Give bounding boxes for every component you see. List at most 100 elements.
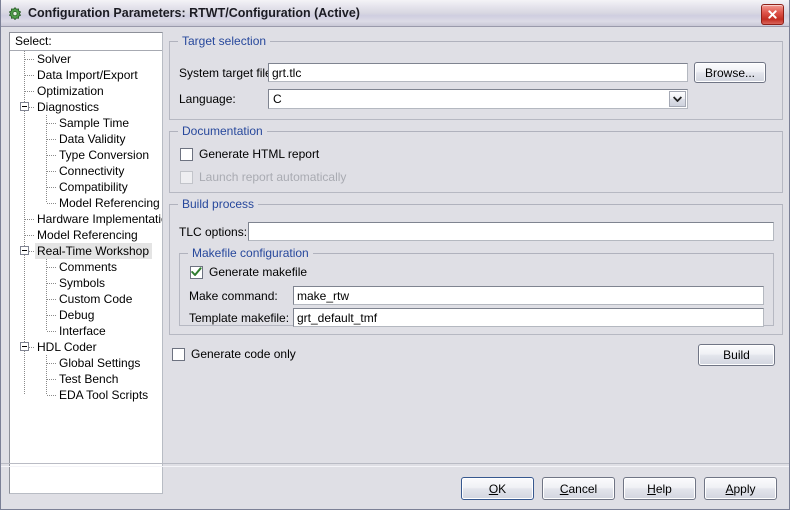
generate-makefile-checkbox[interactable] <box>190 265 203 279</box>
system-target-file-label: System target file: <box>179 65 276 80</box>
sidebar-item-symbols[interactable]: Symbols <box>10 275 162 291</box>
sidebar-item-label: Symbols <box>59 276 106 290</box>
sidebar-item-label: Solver <box>37 52 72 66</box>
browse-button-label: Browse... <box>704 65 755 80</box>
browse-button[interactable]: Browse... <box>694 62 766 83</box>
sidebar-item-optimization[interactable]: Optimization <box>10 83 162 99</box>
sidebar-item-label: Hardware Implementation <box>37 212 162 226</box>
generate-html-report-row[interactable]: Generate HTML report <box>180 147 319 161</box>
row-tlc-options: TLC options: <box>179 222 774 241</box>
chevron-down-icon[interactable] <box>669 91 686 107</box>
group-build-process: Build process TLC options: Makefile conf… <box>169 197 783 335</box>
sidebar-item-label: Sample Time <box>59 116 130 130</box>
generate-makefile-label: Generate makefile <box>209 265 308 279</box>
tree-connector <box>47 331 56 332</box>
sidebar-item-model-referencing[interactable]: Model Referencing <box>10 227 162 243</box>
help-button[interactable]: Help <box>623 477 696 500</box>
tree-connector <box>47 139 56 140</box>
cancel-button[interactable]: Cancel <box>542 477 615 500</box>
sidebar-item-label: Data Import/Export <box>37 68 138 82</box>
apply-button[interactable]: Apply <box>704 477 777 500</box>
sidebar-item-label: Real-Time Workshop <box>35 243 153 259</box>
sidebar-item-custom-code[interactable]: Custom Code <box>10 291 162 307</box>
generate-html-report-label: Generate HTML report <box>199 147 320 161</box>
checkmark-icon <box>191 267 202 276</box>
footer-separator <box>1 463 789 467</box>
sidebar-item-label: Diagnostics <box>37 100 100 114</box>
row-language: Language: C <box>179 89 774 109</box>
tree-expander-minus-icon[interactable] <box>20 102 29 111</box>
help-button-label: Help <box>647 481 672 496</box>
template-makefile-input[interactable] <box>293 308 764 327</box>
make-command-label: Make command: <box>189 288 278 303</box>
sidebar-item-diagnostics[interactable]: Diagnostics <box>10 99 162 115</box>
group-title-makefile-configuration: Makefile configuration <box>188 246 313 260</box>
sidebar-item-model-referencing[interactable]: Model Referencing <box>10 195 162 211</box>
sidebar-item-label: Interface <box>59 324 106 338</box>
language-label: Language: <box>179 92 236 106</box>
tree-connector <box>47 123 56 124</box>
sidebar-item-solver[interactable]: Solver <box>10 51 162 67</box>
tree-connector <box>47 155 56 156</box>
sidebar-item-debug[interactable]: Debug <box>10 307 162 323</box>
sidebar-item-sample-time[interactable]: Sample Time <box>10 115 162 131</box>
generate-html-report-checkbox[interactable] <box>180 147 193 161</box>
close-button[interactable] <box>761 4 784 25</box>
tree-connector <box>47 299 56 300</box>
sidebar-item-data-import-export[interactable]: Data Import/Export <box>10 67 162 83</box>
sidebar-item-global-settings[interactable]: Global Settings <box>10 355 162 371</box>
ok-button[interactable]: OK <box>461 477 534 500</box>
configuration-parameters-window: Configuration Parameters: RTWT/Configura… <box>0 0 790 510</box>
sidebar-item-label: Debug <box>59 308 95 322</box>
configuration-tree[interactable]: Solver Data Import/Export Optimization Diag… <box>10 51 162 493</box>
tlc-options-label: TLC options: <box>179 224 248 239</box>
sidebar-item-compatibility[interactable]: Compatibility <box>10 179 162 195</box>
language-value: C <box>273 92 282 106</box>
cancel-button-label: Cancel <box>559 481 598 496</box>
sidebar-item-label: Custom Code <box>59 292 133 306</box>
sidebar-item-type-conversion[interactable]: Type Conversion <box>10 147 162 163</box>
sidebar-item-hdl-coder[interactable]: HDL Coder <box>10 339 162 355</box>
sidebar-item-label: Compatibility <box>59 180 128 194</box>
group-target-selection: Target selection System target file: Bro… <box>169 34 783 120</box>
sidebar-item-label: Comments <box>59 260 118 274</box>
language-combobox[interactable]: C <box>268 89 688 109</box>
launch-report-automatically-label: Launch report automatically <box>199 170 347 184</box>
tlc-options-input[interactable] <box>248 222 774 241</box>
tree-connector <box>47 187 56 188</box>
tree-connector <box>47 203 56 204</box>
tree-connector <box>25 91 34 92</box>
simulink-gear-icon <box>7 6 23 22</box>
dialog-client-area: Select: Solver Data Import/Export Optimiza… <box>1 27 789 508</box>
tree-connector <box>47 171 56 172</box>
tree-connector <box>47 363 56 364</box>
tree-expander-minus-icon[interactable] <box>20 342 29 351</box>
sidebar-item-comments[interactable]: Comments <box>10 259 162 275</box>
tree-connector <box>47 315 56 316</box>
row-system-target-file: System target file: Browse... <box>179 62 774 83</box>
generate-makefile-row[interactable]: Generate makefile <box>190 265 307 279</box>
generate-code-only-checkbox[interactable] <box>172 347 185 361</box>
sidebar-item-eda-tool-scripts[interactable]: EDA Tool Scripts <box>10 387 162 403</box>
row-make-command: Make command: <box>189 286 764 305</box>
system-target-file-input[interactable] <box>268 63 688 82</box>
sidebar-item-label: Model Referencing <box>37 228 138 242</box>
sidebar-item-hardware-implementation[interactable]: Hardware Implementation <box>10 211 162 227</box>
sidebar-item-label: EDA Tool Scripts <box>59 388 149 402</box>
group-title-target-selection: Target selection <box>178 34 271 48</box>
sidebar-item-data-validity[interactable]: Data Validity <box>10 131 162 147</box>
sidebar-item-real-time-workshop[interactable]: Real-Time Workshop <box>10 243 162 259</box>
tree-connector <box>47 267 56 268</box>
sidebar-item-interface[interactable]: Interface <box>10 323 162 339</box>
make-command-input[interactable] <box>293 286 764 305</box>
close-icon <box>768 10 777 19</box>
sidebar-item-label: Optimization <box>37 84 104 98</box>
tree-expander-minus-icon[interactable] <box>20 246 29 255</box>
sidebar-item-connectivity[interactable]: Connectivity <box>10 163 162 179</box>
build-button[interactable]: Build <box>698 344 775 366</box>
title-bar[interactable]: Configuration Parameters: RTWT/Configura… <box>1 0 789 27</box>
sidebar-item-test-bench[interactable]: Test Bench <box>10 371 162 387</box>
tree-connector <box>25 59 34 60</box>
group-title-build-process: Build process <box>178 197 259 211</box>
generate-code-only-row[interactable]: Generate code only <box>172 347 296 361</box>
